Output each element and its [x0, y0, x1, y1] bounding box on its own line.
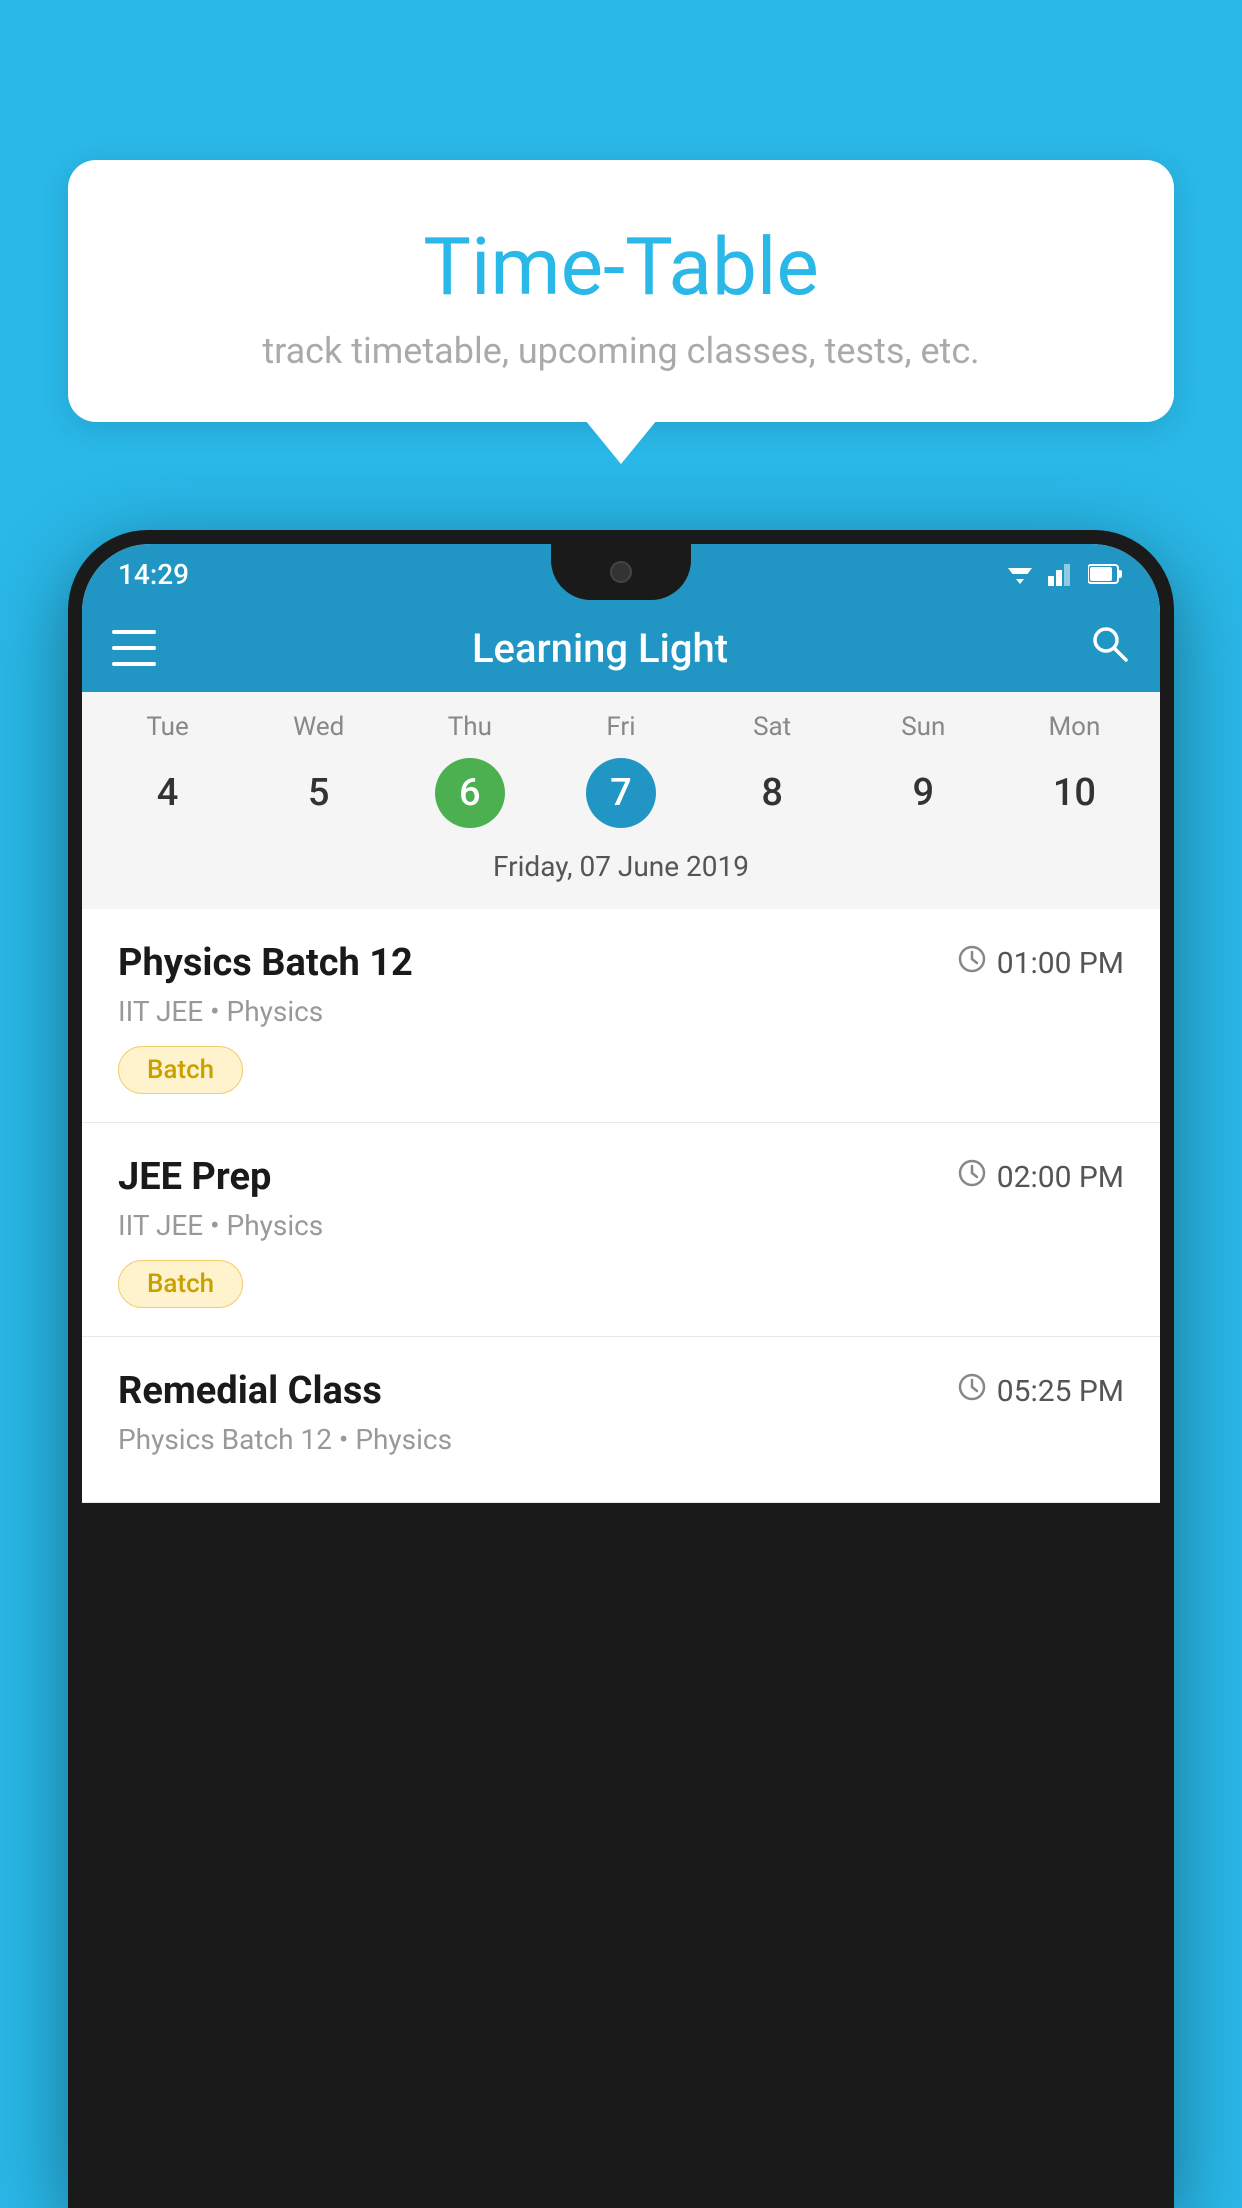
date-9[interactable]: 9	[848, 758, 999, 828]
day-wed: Wed	[243, 712, 394, 742]
schedule-item-title-3: Remedial Class	[118, 1369, 382, 1413]
notch	[551, 544, 691, 600]
schedule-list: Physics Batch 12 01:00 PM IIT JEE • Phys…	[82, 909, 1160, 1503]
wifi-icon	[1004, 562, 1036, 586]
day-mon: Mon	[999, 712, 1150, 742]
tooltip-subtitle: track timetable, upcoming classes, tests…	[108, 330, 1134, 372]
schedule-item-3[interactable]: Remedial Class 05:25 PM Physics Batch 12…	[82, 1337, 1160, 1503]
battery-icon	[1088, 562, 1124, 586]
day-fri: Fri	[545, 712, 696, 742]
schedule-item-header-3: Remedial Class 05:25 PM	[118, 1369, 1124, 1413]
signal-icon	[1048, 562, 1076, 586]
schedule-item-title-1: Physics Batch 12	[118, 941, 413, 985]
status-icons	[1004, 562, 1124, 586]
schedule-time-text-3: 05:25 PM	[997, 1374, 1124, 1409]
date-8[interactable]: 8	[697, 758, 848, 828]
schedule-item-title-2: JEE Prep	[118, 1155, 271, 1199]
schedule-item-time-3: 05:25 PM	[957, 1372, 1124, 1410]
date-4[interactable]: 4	[92, 758, 243, 828]
schedule-item-header-1: Physics Batch 12 01:00 PM	[118, 941, 1124, 985]
tooltip-title: Time-Table	[108, 220, 1134, 314]
schedule-item-time-2: 02:00 PM	[957, 1158, 1124, 1196]
clock-icon-2	[957, 1158, 987, 1196]
day-sat: Sat	[697, 712, 848, 742]
date-7-selected[interactable]: 7	[586, 758, 656, 828]
calendar-section: Tue Wed Thu Fri Sat Sun Mon 4 5 6 7 8 9 …	[82, 692, 1160, 909]
schedule-time-text-2: 02:00 PM	[997, 1160, 1124, 1195]
schedule-item-header-2: JEE Prep 02:00 PM	[118, 1155, 1124, 1199]
batch-badge-1: Batch	[118, 1046, 243, 1094]
day-tue: Tue	[92, 712, 243, 742]
front-camera	[610, 561, 632, 583]
schedule-item-sub-2: IIT JEE • Physics	[118, 1209, 1124, 1242]
date-6-today[interactable]: 6	[435, 758, 505, 828]
search-button[interactable]	[1088, 622, 1130, 674]
selected-date-label: Friday, 07 June 2019	[82, 844, 1160, 899]
calendar-dates-row: 4 5 6 7 8 9 10	[82, 750, 1160, 844]
day-sun: Sun	[848, 712, 999, 742]
status-time: 14:29	[118, 558, 189, 591]
app-title: Learning Light	[112, 625, 1088, 672]
day-thu: Thu	[394, 712, 545, 742]
batch-badge-2: Batch	[118, 1260, 243, 1308]
date-5[interactable]: 5	[243, 758, 394, 828]
schedule-item-sub-1: IIT JEE • Physics	[118, 995, 1124, 1028]
phone-frame: 14:29	[68, 530, 1174, 2208]
schedule-item-1[interactable]: Physics Batch 12 01:00 PM IIT JEE • Phys…	[82, 909, 1160, 1123]
status-bar: 14:29	[82, 544, 1160, 604]
clock-icon-1	[957, 944, 987, 982]
schedule-item-time-1: 01:00 PM	[957, 944, 1124, 982]
schedule-item-2[interactable]: JEE Prep 02:00 PM IIT JEE • Physics	[82, 1123, 1160, 1337]
schedule-item-sub-3: Physics Batch 12 • Physics	[118, 1423, 1124, 1456]
phone-inner: 14:29	[82, 544, 1160, 1503]
date-10[interactable]: 10	[999, 758, 1150, 828]
clock-icon-3	[957, 1372, 987, 1410]
calendar-days-row: Tue Wed Thu Fri Sat Sun Mon	[82, 692, 1160, 750]
tooltip-card: Time-Table track timetable, upcoming cla…	[68, 160, 1174, 422]
schedule-time-text-1: 01:00 PM	[997, 946, 1124, 981]
app-bar: Learning Light	[82, 604, 1160, 692]
